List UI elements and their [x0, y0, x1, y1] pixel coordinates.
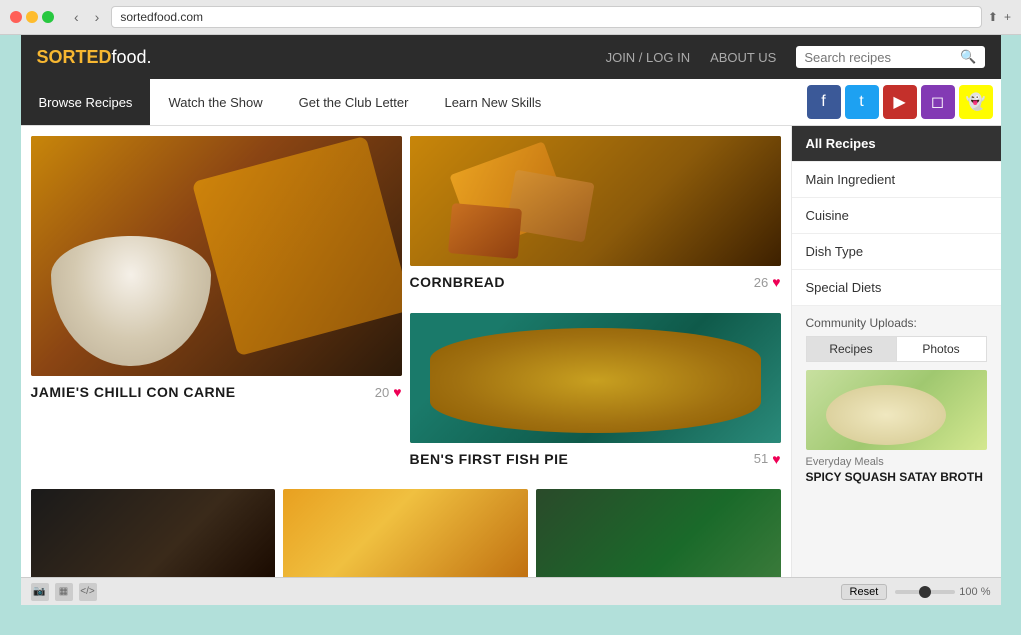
site-logo: SORTEDfood. — [37, 47, 606, 68]
browser-controls — [10, 11, 54, 23]
about-us-link[interactable]: ABOUT US — [710, 50, 776, 65]
twitter-icon[interactable]: t — [845, 85, 879, 119]
cornbread-recipe-likes: 26 ♥ — [754, 274, 781, 290]
community-recipe-tag: Everyday Meals — [806, 456, 987, 468]
recipes-area: JAMIE'S CHILLI CON CARNE 20 ♥ — [21, 126, 791, 600]
maximize-button[interactable] — [42, 11, 54, 23]
bottom-recipe-1[interactable] — [31, 489, 276, 590]
zoom-slider: 100 % — [895, 586, 990, 598]
close-button[interactable] — [10, 11, 22, 23]
search-input[interactable] — [804, 50, 954, 65]
sidebar-community: Community Uploads: Recipes Photos Everyd… — [792, 306, 1001, 494]
bottom-recipe-image-1 — [31, 489, 276, 579]
sidebar-item-all-recipes[interactable]: All Recipes — [792, 126, 1001, 162]
community-label: Community Uploads: — [806, 316, 987, 330]
community-recipe-image[interactable] — [806, 370, 987, 450]
fish-pie-title-bar: BEN'S FIRST FISH PIE 51 ♥ — [410, 443, 781, 471]
join-login-link[interactable]: JOIN / LOG IN — [606, 50, 691, 65]
add-tab-icon[interactable]: + — [1004, 10, 1011, 24]
community-tabs: Recipes Photos — [806, 336, 987, 362]
sidebar-item-main-ingredient[interactable]: Main Ingredient — [792, 162, 1001, 198]
browser-tools: ⬆ + — [988, 10, 1011, 24]
watch-show-tab[interactable]: Watch the Show — [150, 79, 280, 125]
club-letter-tab[interactable]: Get the Club Letter — [281, 79, 427, 125]
bottom-bar: 📷 ▦ </> Reset 100 % — [21, 577, 1001, 605]
cornbread-image — [410, 136, 781, 266]
heart-icon-fishpie: ♥ — [772, 451, 780, 467]
fish-pie-likes-count: 51 — [754, 451, 768, 466]
featured-likes-count: 20 — [375, 385, 389, 400]
facebook-icon[interactable]: f — [807, 85, 841, 119]
forward-button[interactable]: › — [89, 7, 106, 27]
zoom-thumb[interactable] — [919, 586, 931, 598]
logo-sorted: SORTED — [37, 47, 112, 67]
share-icon[interactable]: ⬆ — [988, 10, 998, 24]
search-icon: 🔍 — [960, 49, 976, 65]
zoom-track[interactable] — [895, 590, 955, 594]
youtube-icon[interactable]: ▶ — [883, 85, 917, 119]
cornbread-recipe-title: CORNBREAD — [410, 274, 506, 290]
community-tab-photos[interactable]: Photos — [896, 336, 987, 362]
minimize-button[interactable] — [26, 11, 38, 23]
code-icon[interactable]: </> — [79, 583, 97, 601]
page-wrapper: SORTEDfood. JOIN / LOG IN ABOUT US 🔍 Bro… — [21, 35, 1001, 605]
back-button[interactable]: ‹ — [68, 7, 85, 27]
instagram-icon[interactable]: ◻ — [921, 85, 955, 119]
featured-recipe-title: JAMIE'S CHILLI CON CARNE — [31, 384, 236, 400]
photo-icon[interactable]: 📷 — [31, 583, 49, 601]
community-tab-recipes[interactable]: Recipes — [806, 336, 896, 362]
bottom-recipe-image-2 — [283, 489, 528, 579]
featured-title-bar: JAMIE'S CHILLI CON CARNE 20 ♥ — [31, 376, 402, 404]
social-icons: f t ▶ ◻ 👻 — [799, 79, 1001, 125]
heart-icon: ♥ — [393, 384, 401, 400]
cornbread-recipe[interactable]: CORNBREAD 26 ♥ — [410, 136, 781, 305]
sidebar-item-special-diets[interactable]: Special Diets — [792, 270, 1001, 306]
featured-recipe-likes: 20 ♥ — [375, 384, 402, 400]
featured-recipe-image — [31, 136, 402, 376]
bread-decoration — [191, 136, 401, 356]
header-nav: JOIN / LOG IN ABOUT US 🔍 — [606, 46, 985, 68]
fish-pie-recipe-title: BEN'S FIRST FISH PIE — [410, 451, 569, 467]
fish-pie-dish — [430, 328, 761, 433]
heart-icon-cornbread: ♥ — [772, 274, 780, 290]
bottom-recipes-row — [31, 489, 781, 590]
sidebar-item-cuisine[interactable]: Cuisine — [792, 198, 1001, 234]
bottom-recipe-3[interactable] — [536, 489, 781, 590]
browser-navigation: ‹ › — [68, 7, 105, 27]
community-recipe-title: SPICY SQUASH SATAY BROTH — [806, 470, 987, 484]
cornbread-title-bar: CORNBREAD 26 ♥ — [410, 266, 781, 294]
snapchat-icon[interactable]: 👻 — [959, 85, 993, 119]
learn-skills-tab[interactable]: Learn New Skills — [426, 79, 559, 125]
sidebar: All Recipes Main Ingredient Cuisine Dish… — [791, 126, 1001, 600]
sidebar-item-dish-type[interactable]: Dish Type — [792, 234, 1001, 270]
search-box: 🔍 — [796, 46, 984, 68]
zoom-level: 100 % — [959, 586, 990, 598]
site-header: SORTEDfood. JOIN / LOG IN ABOUT US 🔍 — [21, 35, 1001, 79]
sidebar-menu: All Recipes Main Ingredient Cuisine Dish… — [792, 126, 1001, 306]
cornbread-pieces — [430, 146, 771, 261]
featured-recipe[interactable]: JAMIE'S CHILLI CON CARNE 20 ♥ — [31, 136, 402, 481]
browse-recipes-tab[interactable]: Browse Recipes — [21, 79, 151, 125]
fish-pie-recipe[interactable]: BEN'S FIRST FISH PIE 51 ♥ — [410, 313, 781, 482]
browser-chrome: ‹ › sortedfood.com ⬆ + — [0, 0, 1021, 35]
bottom-recipe-2[interactable] — [283, 489, 528, 590]
bottom-bar-icons: 📷 ▦ </> — [31, 583, 97, 601]
reset-button[interactable]: Reset — [841, 584, 888, 600]
main-content: JAMIE'S CHILLI CON CARNE 20 ♥ — [21, 126, 1001, 600]
sub-nav: Browse Recipes Watch the Show Get the Cl… — [21, 79, 1001, 126]
bottom-recipe-image-3 — [536, 489, 781, 579]
logo-food: food. — [112, 47, 152, 67]
fish-pie-recipe-likes: 51 ♥ — [754, 451, 781, 467]
cornbread-likes-count: 26 — [754, 275, 768, 290]
address-bar[interactable]: sortedfood.com — [111, 6, 982, 28]
grid-icon[interactable]: ▦ — [55, 583, 73, 601]
community-dish-visual — [826, 385, 946, 445]
fish-pie-image — [410, 313, 781, 443]
bowl-decoration — [51, 236, 211, 366]
